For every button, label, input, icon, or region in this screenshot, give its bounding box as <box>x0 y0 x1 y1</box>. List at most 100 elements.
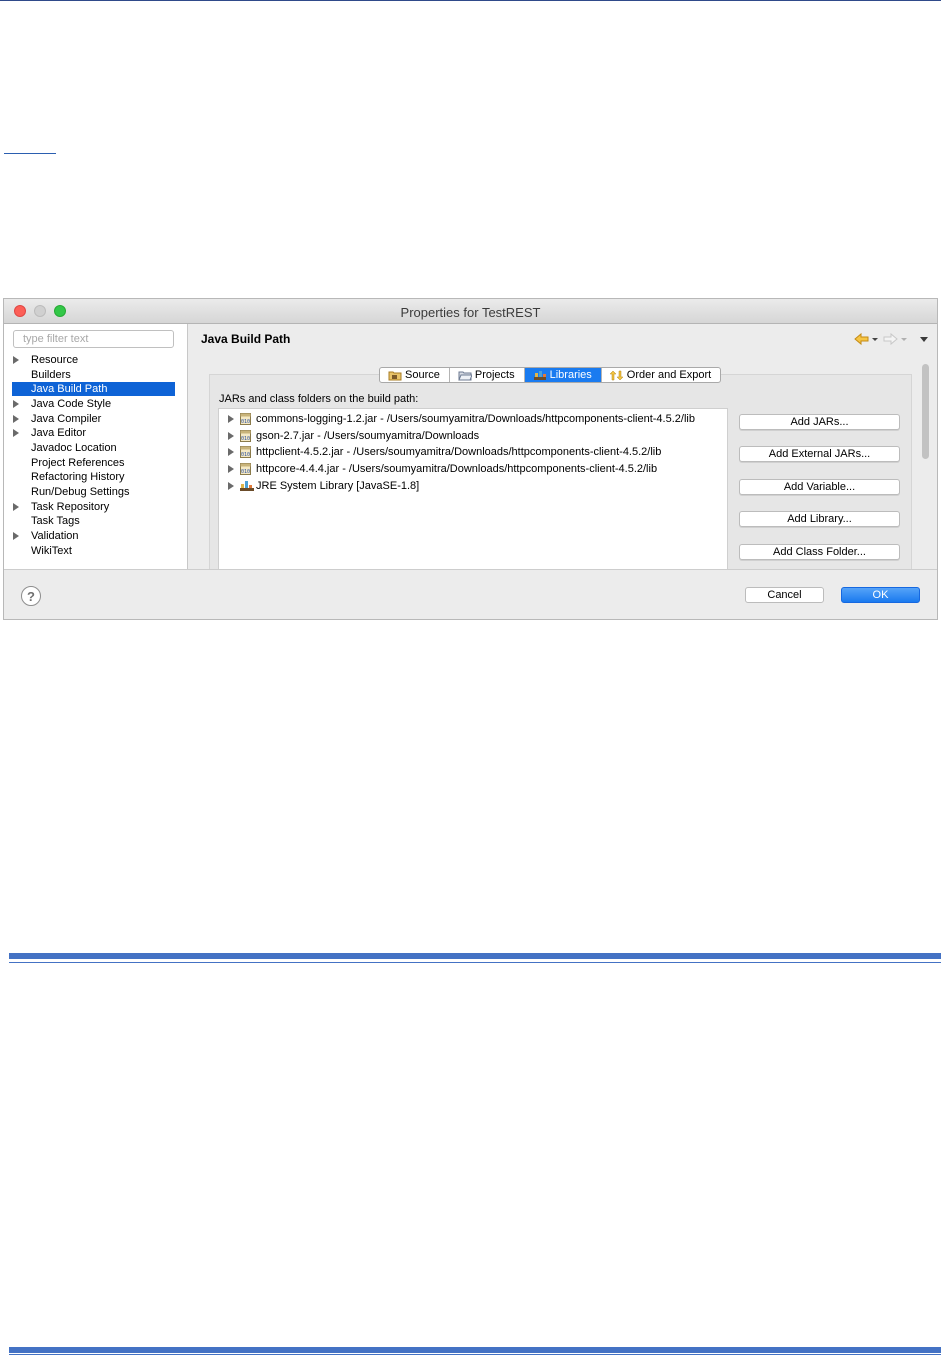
order-export-icon <box>609 370 624 380</box>
sidebar-item-label: Java Editor <box>31 427 87 439</box>
tab-label: Source <box>405 369 440 381</box>
add-class-folder-button[interactable]: Add Class Folder... <box>739 544 900 560</box>
tab-label: Order and Export <box>626 369 712 381</box>
build-path-label: JARs and class folders on the build path… <box>219 393 419 405</box>
sidebar-item-label: Task Tags <box>31 515 80 527</box>
jar-row-httpcore[interactable]: 010 httpcore-4.4.4.jar - /Users/soumyami… <box>219 461 727 477</box>
title-bar[interactable]: Properties for TestREST <box>4 299 937 324</box>
tab-libraries[interactable]: Libraries <box>524 368 602 382</box>
footer-divider-bar <box>9 1347 941 1353</box>
jar-icon: 010 <box>240 413 251 425</box>
page-title: Java Build Path <box>201 332 291 346</box>
cancel-button[interactable]: Cancel <box>745 587 824 603</box>
jar-icon: 010 <box>240 446 251 458</box>
sidebar-item-label: Project References <box>31 457 125 469</box>
tab-label: Libraries <box>549 369 592 381</box>
svg-text:010: 010 <box>241 469 250 475</box>
forward-arrow-icon <box>883 332 907 346</box>
jar-path: gson-2.7.jar - /Users/soumyamitra/Downlo… <box>256 430 480 442</box>
expand-arrow-icon[interactable] <box>13 415 19 423</box>
jar-row-httpclient[interactable]: 010 httpclient-4.5.2.jar - /Users/soumya… <box>219 444 727 460</box>
expand-arrow-icon[interactable] <box>228 432 234 440</box>
expand-arrow-icon[interactable] <box>13 503 19 511</box>
sidebar-item-label: Java Code Style <box>31 398 112 410</box>
section-divider-thin <box>9 962 941 963</box>
jar-row-jre-system-library[interactable]: JRE System Library [JavaSE-1.8] <box>219 478 727 494</box>
add-jars-button[interactable]: Add JARs... <box>739 414 900 430</box>
sidebar-item-task-tags[interactable]: Task Tags <box>12 514 175 528</box>
jar-icon: 010 <box>240 430 251 442</box>
sidebar-item-java-build-path[interactable]: Java Build Path <box>12 382 175 396</box>
add-external-jars-button[interactable]: Add External JARs... <box>739 446 900 462</box>
sidebar-item-resource[interactable]: Resource <box>12 353 175 367</box>
jar-path: httpcore-4.4.4.jar - /Users/soumyamitra/… <box>256 463 658 475</box>
sidebar-item-task-repository[interactable]: Task Repository <box>12 500 175 514</box>
java-build-path-panel: Java Build Path Source Projects Librarie… <box>189 324 937 569</box>
svg-text:010: 010 <box>241 452 250 458</box>
jar-path: httpclient-4.5.2.jar - /Users/soumyamitr… <box>256 446 662 458</box>
sidebar-item-java-compiler[interactable]: Java Compiler <box>12 412 175 426</box>
history-nav <box>853 332 933 346</box>
sidebar-item-label: Java Compiler <box>31 413 102 425</box>
properties-dialog: Properties for TestREST Resource Builder… <box>3 298 938 620</box>
sidebar-item-refactoring-history[interactable]: Refactoring History <box>12 470 175 484</box>
tab-strip: Source Projects Libraries Order and Expo… <box>379 367 722 383</box>
svg-text:010: 010 <box>241 419 250 425</box>
window-title: Properties for TestREST <box>400 305 541 320</box>
help-icon[interactable]: ? <box>21 586 41 606</box>
add-variable-button[interactable]: Add Variable... <box>739 479 900 495</box>
view-menu-icon[interactable] <box>920 337 928 342</box>
page-top-rule <box>0 0 941 1</box>
link-underline <box>4 153 56 154</box>
expand-arrow-icon[interactable] <box>228 415 234 423</box>
sidebar-item-label: Java Build Path <box>31 383 108 395</box>
expand-arrow-icon[interactable] <box>13 532 19 540</box>
projects-folder-icon <box>458 371 472 380</box>
filter-input[interactable] <box>13 330 174 348</box>
sidebar-item-label: Task Repository <box>31 501 110 513</box>
tab-order-and-export[interactable]: Order and Export <box>602 368 720 382</box>
sidebar-item-validation[interactable]: Validation <box>12 529 175 543</box>
expand-arrow-icon[interactable] <box>13 429 19 437</box>
expand-arrow-icon[interactable] <box>228 448 234 456</box>
sidebar-item-wikitext[interactable]: WikiText <box>12 544 175 558</box>
jar-row-commons-logging[interactable]: 010 commons-logging-1.2.jar - /Users/sou… <box>219 411 727 427</box>
jar-path: commons-logging-1.2.jar - /Users/soumyam… <box>256 413 695 425</box>
footer-divider <box>4 569 937 570</box>
jar-row-gson[interactable]: 010 gson-2.7.jar - /Users/soumyamitra/Do… <box>219 428 727 444</box>
tab-source[interactable]: Source <box>380 368 450 382</box>
jar-path: JRE System Library [JavaSE-1.8] <box>256 480 420 492</box>
expand-arrow-icon[interactable] <box>228 465 234 473</box>
jre-library-icon <box>240 481 254 491</box>
sidebar-item-javadoc-location[interactable]: Javadoc Location <box>12 441 175 455</box>
source-folder-icon <box>388 371 402 380</box>
vertical-scrollbar[interactable] <box>919 362 932 569</box>
add-library-button[interactable]: Add Library... <box>739 511 900 527</box>
expand-arrow-icon[interactable] <box>13 356 19 364</box>
sidebar-item-builders[interactable]: Builders <box>12 368 175 382</box>
sidebar-item-label: Refactoring History <box>31 471 125 483</box>
expand-arrow-icon[interactable] <box>13 400 19 408</box>
sidebar-item-label: Run/Debug Settings <box>31 486 130 498</box>
sidebar-item-label: WikiText <box>31 545 72 557</box>
sidebar-item-label: Javadoc Location <box>31 442 117 454</box>
scrollbar-thumb[interactable] <box>922 364 929 459</box>
ok-button[interactable]: OK <box>841 587 920 603</box>
sidebar-item-run-debug-settings[interactable]: Run/Debug Settings <box>12 485 175 499</box>
sidebar-item-label: Validation <box>31 530 79 542</box>
sidebar-item-java-editor[interactable]: Java Editor <box>12 426 175 440</box>
back-arrow-icon[interactable] <box>854 332 878 346</box>
sidebar-item-label: Builders <box>31 369 71 381</box>
section-divider <box>9 953 941 959</box>
tab-label: Projects <box>474 369 515 381</box>
svg-text:010: 010 <box>241 436 250 442</box>
libraries-icon <box>533 370 546 380</box>
jar-list: 010 commons-logging-1.2.jar - /Users/sou… <box>218 408 728 569</box>
sidebar-item-label: Resource <box>31 354 79 366</box>
sidebar-item-java-code-style[interactable]: Java Code Style <box>12 397 175 411</box>
jar-icon: 010 <box>240 463 251 475</box>
expand-arrow-icon[interactable] <box>228 482 234 490</box>
tab-projects[interactable]: Projects <box>450 368 525 382</box>
properties-sidebar: Resource Builders Java Build Path Java C… <box>4 324 188 569</box>
sidebar-item-project-references[interactable]: Project References <box>12 456 175 470</box>
